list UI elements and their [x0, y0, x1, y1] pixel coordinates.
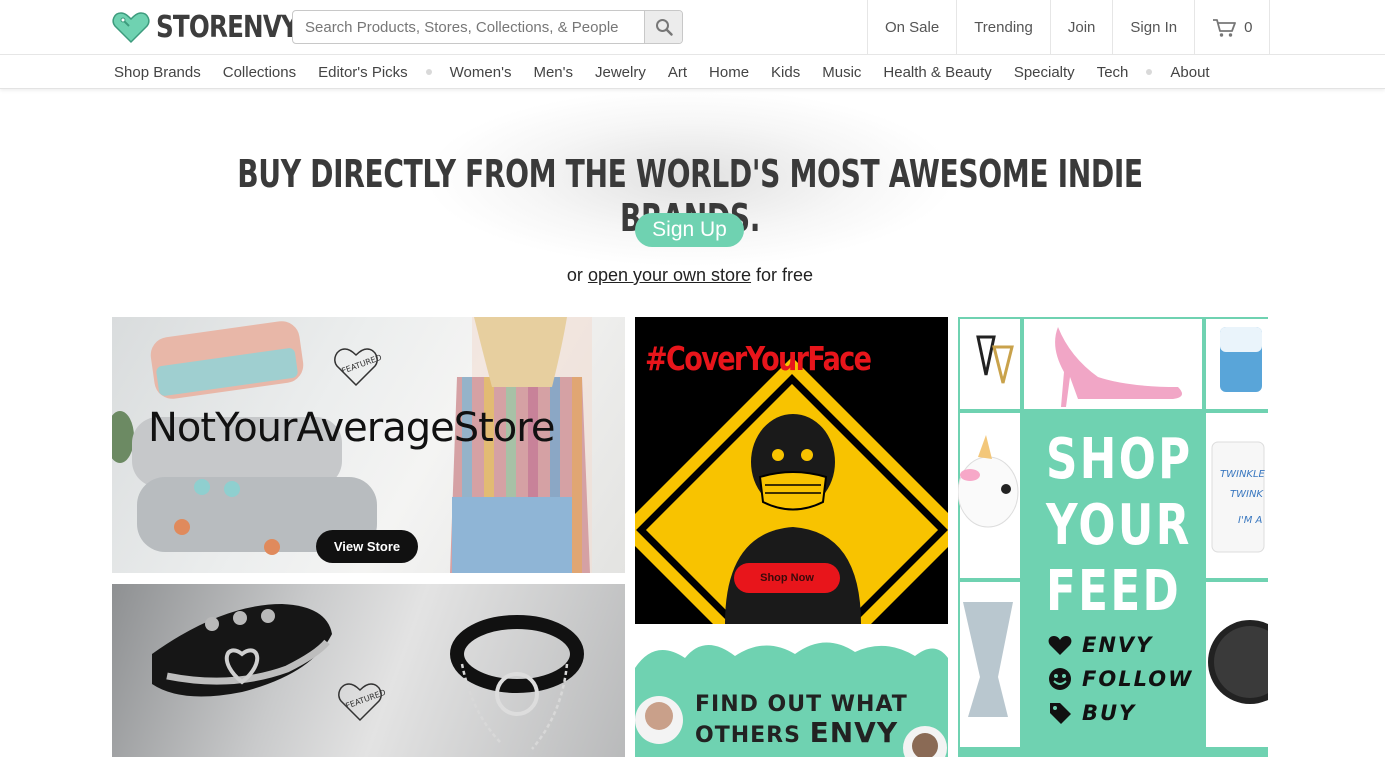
shop-your-feed-banner[interactable]: TWINKLE TWINK I'M A SHOP YOUR FEED ENVY … — [958, 317, 1268, 757]
shop-now-button[interactable]: Shop Now — [734, 563, 840, 593]
search-icon — [655, 19, 673, 36]
hero-subtext: or open your own store for free — [0, 265, 1380, 286]
svg-text:I'M A: I'M A — [1238, 515, 1263, 526]
category-jewelry[interactable]: Jewelry — [595, 64, 646, 81]
search-bar — [292, 10, 683, 44]
category-collections[interactable]: Collections — [223, 64, 296, 81]
feed-line-feed: FEED — [1046, 559, 1182, 624]
heart-tag-logo-icon — [112, 12, 150, 44]
heart-tag-icon — [1048, 636, 1072, 655]
hero-sub-suffix: for free — [751, 265, 814, 285]
cart-icon — [1213, 18, 1236, 37]
category-tech[interactable]: Tech — [1097, 64, 1129, 81]
cart-button[interactable]: 0 — [1194, 0, 1271, 55]
sign-up-button[interactable]: Sign Up — [635, 213, 744, 247]
view-store-button[interactable]: View Store — [316, 530, 418, 563]
open-store-link[interactable]: open your own store — [588, 265, 751, 285]
featured-brand-badge-icon: FEATURED — [338, 683, 386, 722]
category-music[interactable]: Music — [822, 64, 861, 81]
category-home[interactable]: Home — [709, 64, 749, 81]
category-mens[interactable]: Men's — [533, 64, 573, 81]
smiley-icon — [1049, 668, 1071, 690]
price-tag-icon — [1050, 703, 1071, 724]
feed-line-shop: SHOP — [1046, 427, 1193, 492]
category-art[interactable]: Art — [668, 64, 687, 81]
hero-section: BUY DIRECTLY FROM THE WORLD'S MOST AWESO… — [0, 90, 1385, 315]
nav-separator-dot — [1146, 69, 1153, 75]
category-kids[interactable]: Kids — [771, 64, 800, 81]
feed-action-buy: BUY — [1048, 701, 1136, 725]
cart-count: 0 — [1244, 19, 1253, 36]
nav-separator-dot — [425, 69, 432, 75]
search-input[interactable] — [293, 11, 644, 43]
hero-sub-prefix: or — [566, 265, 588, 285]
svg-text:TWINKLE: TWINKLE — [1220, 469, 1266, 480]
svg-text:TWINK: TWINK — [1230, 489, 1264, 500]
category-about[interactable]: About — [1170, 64, 1209, 81]
find-out-envy-word: ENVY — [809, 716, 899, 749]
category-shop-brands[interactable]: Shop Brands — [114, 64, 201, 81]
find-out-line-2: OTHERS ENVY — [695, 716, 898, 749]
cover-your-face-hashtag: #CoverYourFace — [645, 339, 872, 378]
category-editors-picks[interactable]: Editor's Picks — [318, 64, 408, 81]
logo-text: STORENVY — [156, 9, 299, 45]
find-out-envy-banner[interactable]: FIND OUT WHAT OTHERS ENVY — [635, 628, 948, 757]
cover-your-face-banner[interactable]: #CoverYourFace Shop Now — [635, 317, 948, 624]
chokers-banner[interactable]: FEATURED — [112, 584, 625, 757]
top-bar: STORENVY On Sale Trending Join Sign In 0 — [0, 0, 1385, 55]
category-womens[interactable]: Women's — [450, 64, 512, 81]
sign-in-link[interactable]: Sign In — [1112, 0, 1194, 55]
category-specialty[interactable]: Specialty — [1014, 64, 1075, 81]
feed-action-follow-label: FOLLOW — [1082, 667, 1194, 691]
featured-store-title: NotYourAverageStore — [148, 405, 555, 451]
feed-action-envy: ENVY — [1048, 633, 1153, 657]
top-nav: On Sale Trending Join Sign In 0 — [867, 0, 1271, 55]
featured-brand-badge-icon: FEATURED — [334, 348, 382, 387]
shop-your-feed-panel: SHOP YOUR FEED ENVY FOLLOW BUY — [1022, 413, 1204, 747]
feed-action-follow: FOLLOW — [1048, 667, 1193, 691]
feed-line-your: YOUR — [1046, 493, 1192, 558]
category-nav: Shop Brands Collections Editor's Picks W… — [0, 55, 1385, 89]
search-button[interactable] — [644, 11, 682, 43]
find-out-line-2-prefix: OTHERS — [695, 723, 810, 748]
featured-store-banner[interactable]: FEATURED NotYourAverageStore View Store — [112, 317, 625, 573]
chokers-image — [152, 604, 584, 750]
on-sale-link[interactable]: On Sale — [867, 0, 956, 55]
feed-action-envy-label: ENVY — [1082, 633, 1154, 657]
feed-action-buy-label: BUY — [1082, 701, 1137, 725]
category-health-beauty[interactable]: Health & Beauty — [883, 64, 991, 81]
find-out-line-1: FIND OUT WHAT — [695, 692, 908, 717]
join-link[interactable]: Join — [1049, 0, 1113, 55]
trending-link[interactable]: Trending — [956, 0, 1050, 55]
